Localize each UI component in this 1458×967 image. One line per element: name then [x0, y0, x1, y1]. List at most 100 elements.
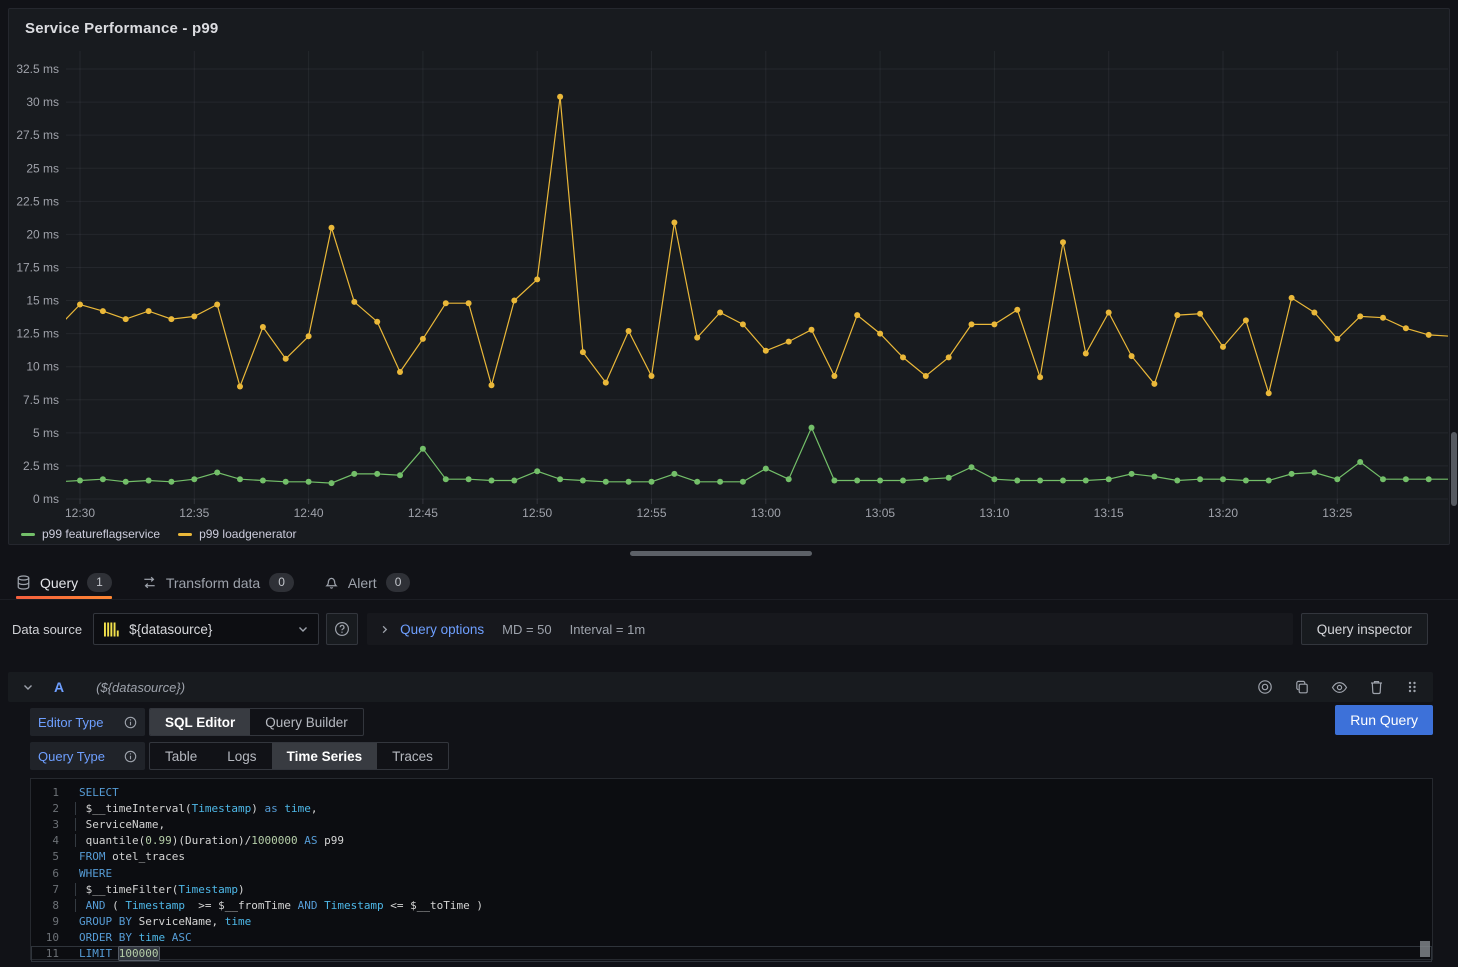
- x-axis-label: 12:50: [522, 506, 552, 520]
- panel-title: Service Performance - p99: [25, 20, 218, 37]
- sql-token: 0.99: [145, 834, 172, 847]
- query-count-badge: 1: [87, 573, 112, 592]
- datasource-label: Data source: [12, 622, 82, 637]
- query-type-switch: Table Logs Time Series Traces: [149, 742, 449, 770]
- sql-token: $__timeFilter(: [86, 883, 179, 896]
- y-axis-label: 27.5 ms: [16, 128, 59, 142]
- legend-item-loadgenerator[interactable]: p99 loadgenerator: [178, 527, 296, 541]
- transform-count-badge: 0: [269, 573, 294, 592]
- sql-token: <= $__toTime ): [384, 899, 483, 912]
- tab-query[interactable]: Query 1: [16, 566, 112, 599]
- code-text: FROM otel_traces: [59, 850, 185, 863]
- sql-token: time: [139, 931, 166, 944]
- sql-token: WHERE: [79, 867, 112, 880]
- y-axis-label: 7.5 ms: [23, 393, 59, 407]
- x-axis-label: 12:30: [65, 506, 95, 520]
- transform-icon: [142, 575, 157, 590]
- code-text: GROUP BY ServiceName, time: [59, 915, 251, 928]
- x-axis-label: 13:10: [979, 506, 1009, 520]
- query-type-chip: Query Type: [30, 742, 145, 770]
- code-text: $__timeInterval(Timestamp) as time,: [59, 802, 317, 815]
- code-line: 6WHERE: [31, 865, 1432, 881]
- line-number: 4: [31, 834, 59, 847]
- indent-guide: [75, 802, 76, 815]
- legend-swatch-green: [21, 533, 35, 536]
- tab-transform-data[interactable]: Transform data 0: [142, 566, 294, 599]
- line-number: 1: [31, 786, 59, 799]
- sql-token: (: [106, 899, 126, 912]
- editor-type-option-sql-editor[interactable]: SQL Editor: [150, 709, 250, 735]
- line-number: 10: [31, 931, 59, 944]
- tab-alert[interactable]: Alert 0: [324, 566, 410, 599]
- tab-label: Transform data: [166, 575, 260, 591]
- query-type-label: Query Type: [38, 749, 105, 764]
- sql-token: Timestamp: [178, 883, 238, 896]
- max-datapoints-value: MD = 50: [502, 622, 552, 637]
- legend-item-featureflagservice[interactable]: p99 featureflagservice: [21, 527, 160, 541]
- sql-token: otel_traces: [106, 850, 185, 863]
- query-options-link[interactable]: Query options: [400, 622, 484, 637]
- legend-label: p99 loadgenerator: [199, 527, 296, 541]
- query-datasource-hint: (${datasource}): [96, 680, 185, 695]
- editor-type-row: Editor Type SQL Editor Query Builder: [30, 708, 1433, 736]
- query-inspector-button[interactable]: Query inspector: [1301, 613, 1428, 645]
- y-axis-label: 25 ms: [26, 161, 59, 175]
- interval-value: Interval = 1m: [570, 622, 646, 637]
- line-number: 3: [31, 818, 59, 831]
- timeseries-chart[interactable]: 0 ms2.5 ms5 ms7.5 ms10 ms12.5 ms15 ms17.…: [9, 45, 1449, 525]
- duplicate-query-icon[interactable]: [1294, 679, 1310, 695]
- sql-token: Timestamp: [324, 899, 384, 912]
- code-line: 11LIMIT 100000: [31, 946, 1432, 962]
- sql-token: time: [225, 915, 252, 928]
- code-text: WHERE: [59, 867, 112, 880]
- datasource-help-button[interactable]: [326, 613, 358, 645]
- sql-editor[interactable]: 1SELECT2 $__timeInterval(Timestamp) as t…: [30, 778, 1433, 960]
- record-icon[interactable]: [1257, 679, 1273, 695]
- info-circle-icon[interactable]: [124, 716, 137, 729]
- horizontal-scrollbar[interactable]: [630, 551, 812, 556]
- sql-token: AND: [86, 899, 106, 912]
- collapse-chevron-icon[interactable]: [22, 681, 34, 693]
- y-axis-label: 20 ms: [26, 227, 59, 241]
- x-axis-label: 13:25: [1322, 506, 1352, 520]
- chevron-right-icon[interactable]: [379, 624, 390, 635]
- sql-token: quantile(: [86, 834, 146, 847]
- code-text: SELECT: [59, 786, 119, 799]
- query-row-header[interactable]: A (${datasource}): [8, 672, 1433, 702]
- sql-token: Timestamp: [192, 802, 252, 815]
- query-inspector-label: Query inspector: [1317, 622, 1412, 637]
- info-circle-icon[interactable]: [124, 750, 137, 763]
- code-line: 2 $__timeInterval(Timestamp) as time,: [31, 800, 1432, 816]
- line-number: 7: [31, 883, 59, 896]
- page-scrollbar-thumb[interactable]: [1451, 432, 1457, 506]
- query-type-option-time-series[interactable]: Time Series: [272, 743, 378, 769]
- run-query-button[interactable]: Run Query: [1335, 705, 1433, 735]
- query-type-option-logs[interactable]: Logs: [212, 743, 271, 769]
- query-type-option-traces[interactable]: Traces: [377, 743, 448, 769]
- datasource-picker[interactable]: ${datasource}: [93, 613, 319, 645]
- editor-scrollbar-thumb[interactable]: [1420, 941, 1430, 957]
- code-line: 1SELECT: [31, 784, 1432, 800]
- sql-token: ServiceName,: [86, 818, 165, 831]
- line-number: 2: [31, 802, 59, 815]
- sql-token: p99: [317, 834, 344, 847]
- question-circle-icon: [334, 621, 350, 637]
- line-number: 9: [31, 915, 59, 928]
- x-axis-label: 13:05: [865, 506, 895, 520]
- query-toolbar: Data source ${datasource} Query options …: [0, 612, 1458, 646]
- x-axis-label: 13:20: [1208, 506, 1238, 520]
- query-row-actions: [1257, 679, 1419, 696]
- hide-response-eye-icon[interactable]: [1331, 679, 1348, 696]
- code-text: quantile(0.99)(Duration)/1000000 AS p99: [59, 834, 344, 847]
- grid-layer: [66, 51, 1448, 504]
- code-line: 10ORDER BY time ASC: [31, 930, 1432, 946]
- drag-handle-icon[interactable]: [1405, 679, 1419, 695]
- sql-token: $__timeInterval(: [86, 802, 192, 815]
- indent-guide: [75, 818, 76, 831]
- query-type-option-table[interactable]: Table: [150, 743, 212, 769]
- editor-type-option-query-builder[interactable]: Query Builder: [250, 709, 363, 735]
- sql-token: AND: [298, 899, 318, 912]
- delete-query-trash-icon[interactable]: [1369, 679, 1384, 695]
- sql-token: GROUP BY: [79, 915, 132, 928]
- indent-guide: [75, 834, 76, 847]
